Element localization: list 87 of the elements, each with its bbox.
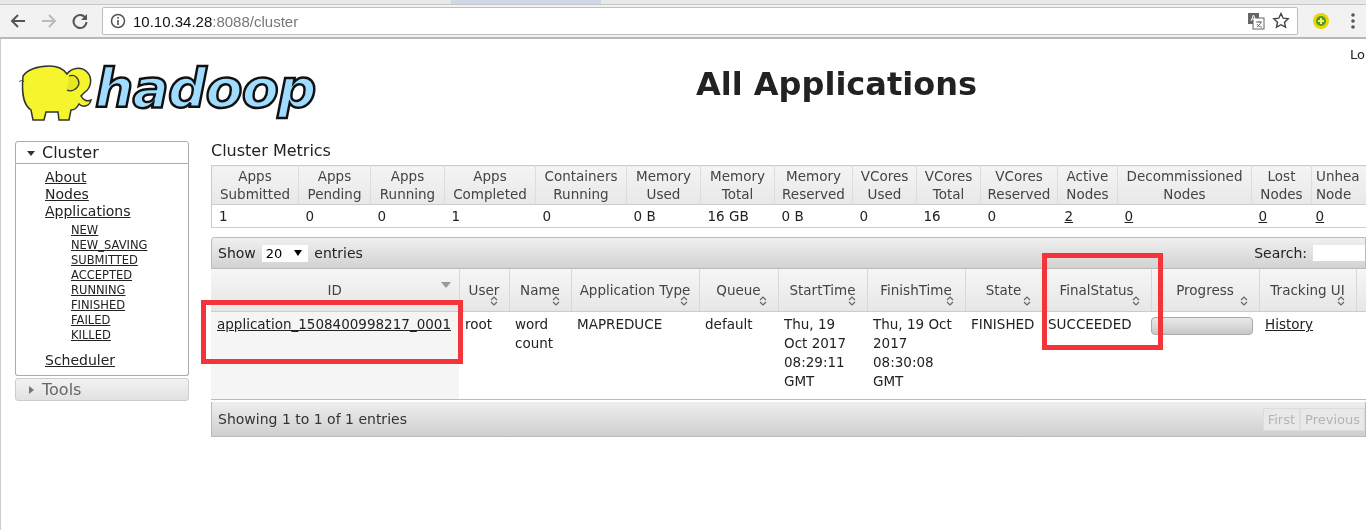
column-header: Apps Completed: [444, 165, 536, 205]
nav-link[interactable]: FINISHED: [71, 298, 126, 313]
metric-link[interactable]: 0: [1124, 208, 1134, 224]
table-cell: 0 B: [774, 204, 853, 228]
nav-link[interactable]: KILLED: [71, 328, 111, 343]
column-header: Lost Nodes: [1251, 165, 1312, 205]
address-field[interactable]: 10.10.34.28:8088/cluster: [102, 7, 1298, 35]
table-link[interactable]: application_1508400998217_0001: [217, 316, 451, 332]
column-header: Apps Submitted: [211, 165, 299, 205]
menu-icon[interactable]: [1350, 12, 1356, 30]
table-link[interactable]: History: [1265, 316, 1314, 332]
table-cell: MAPREDUCE: [571, 311, 699, 400]
nav-link[interactable]: Applications: [45, 203, 131, 220]
table-cell: 0: [852, 204, 917, 228]
metric-link[interactable]: 2: [1064, 208, 1074, 224]
show-label: Show: [218, 245, 256, 261]
nav-link[interactable]: SUBMITTED: [71, 253, 138, 268]
translate-icon[interactable]: [1247, 12, 1265, 30]
panel-header[interactable]: Cluster: [15, 141, 189, 164]
table-cell: Thu, 19 Oct 2017 08:30:08 GMT: [867, 311, 965, 400]
column-header: Memory Reserved: [774, 165, 853, 205]
nav-link[interactable]: Nodes: [45, 186, 89, 203]
table-cell: Thu, 19 Oct 2017 08:29:11 GMT: [778, 311, 867, 400]
table-cell: 1: [444, 204, 536, 228]
login-link[interactable]: Lo: [1350, 47, 1365, 62]
column-header: VCores Reserved: [980, 165, 1058, 205]
column-header[interactable]: Progress: [1151, 269, 1259, 312]
caret-right-icon: [26, 384, 36, 395]
column-header: Memory Total: [700, 165, 775, 205]
entries-label: entries: [314, 245, 363, 261]
panel-header[interactable]: Tools: [15, 378, 189, 401]
table-cell: default: [699, 311, 778, 400]
table-cell: 16: [916, 204, 981, 228]
column-header[interactable]: Application Type: [571, 269, 699, 312]
table-cell: root: [459, 311, 509, 400]
metric-link[interactable]: 0: [1258, 208, 1268, 224]
panel-title: Cluster: [42, 143, 99, 162]
table-cell: FINISHED: [965, 311, 1042, 400]
entries-info: Showing 1 to 1 of 1 entries: [218, 411, 407, 427]
logo-text: hadoop: [95, 62, 316, 116]
column-header: Active Nodes: [1057, 165, 1118, 205]
star-icon[interactable]: [1272, 12, 1290, 30]
column-header[interactable]: Queue: [699, 269, 778, 312]
column-header: Unhea Node: [1311, 165, 1366, 205]
nav-link[interactable]: FAILED: [71, 313, 111, 328]
column-header: Memory Used: [626, 165, 701, 205]
nav-link[interactable]: RUNNING: [71, 283, 126, 298]
table-cell: 16 GB: [700, 204, 775, 228]
column-header[interactable]: State: [965, 269, 1042, 312]
column-header[interactable]: Tracking UI: [1259, 269, 1356, 312]
column-header[interactable]: FinishTime: [867, 269, 965, 312]
back-icon[interactable]: [9, 12, 27, 30]
nav-link[interactable]: NEW_SAVING: [71, 238, 148, 253]
table-cell: 0: [370, 204, 445, 228]
table-cell: SUCCEEDED: [1042, 311, 1151, 400]
column-header: VCores Total: [916, 165, 981, 205]
reload-icon[interactable]: [71, 12, 89, 30]
nav-link[interactable]: About: [45, 169, 87, 186]
column-header[interactable]: ID: [211, 269, 459, 312]
column-header: Apps Pending: [298, 165, 371, 205]
entries-dropdown[interactable]: 20: [261, 244, 309, 262]
info-icon[interactable]: [110, 13, 126, 29]
url-text: 10.10.34.28:8088/cluster: [133, 12, 299, 30]
column-header: VCores Used: [852, 165, 917, 205]
column-header[interactable]: Name: [509, 269, 571, 312]
section-title: Cluster Metrics: [211, 141, 332, 160]
table-cell: 1: [211, 204, 299, 228]
column-header: Containers Running: [535, 165, 627, 205]
nav-link[interactable]: Scheduler: [45, 352, 116, 369]
column-header: Decommissioned Nodes: [1117, 165, 1252, 205]
search-field[interactable]: [1313, 245, 1365, 261]
search-label: Search:: [1254, 245, 1307, 261]
table-cell: 0: [298, 204, 371, 228]
extension-icon[interactable]: [1312, 12, 1330, 30]
column-header[interactable]: User: [459, 269, 509, 312]
nav-link[interactable]: NEW: [71, 223, 99, 238]
table-cell: 0 B: [626, 204, 701, 228]
column-header[interactable]: StartTime: [778, 269, 867, 312]
page-title: All Applications: [696, 65, 977, 103]
panel-title: Tools: [42, 380, 82, 399]
nav-link[interactable]: ACCEPTED: [71, 268, 133, 283]
caret-down-icon: [294, 250, 303, 256]
table-cell: word count: [509, 311, 571, 400]
metric-link[interactable]: 0: [1315, 208, 1325, 224]
table-cell: 0: [980, 204, 1058, 228]
column-header: Apps Running: [370, 165, 445, 205]
table-cell: 0: [535, 204, 627, 228]
